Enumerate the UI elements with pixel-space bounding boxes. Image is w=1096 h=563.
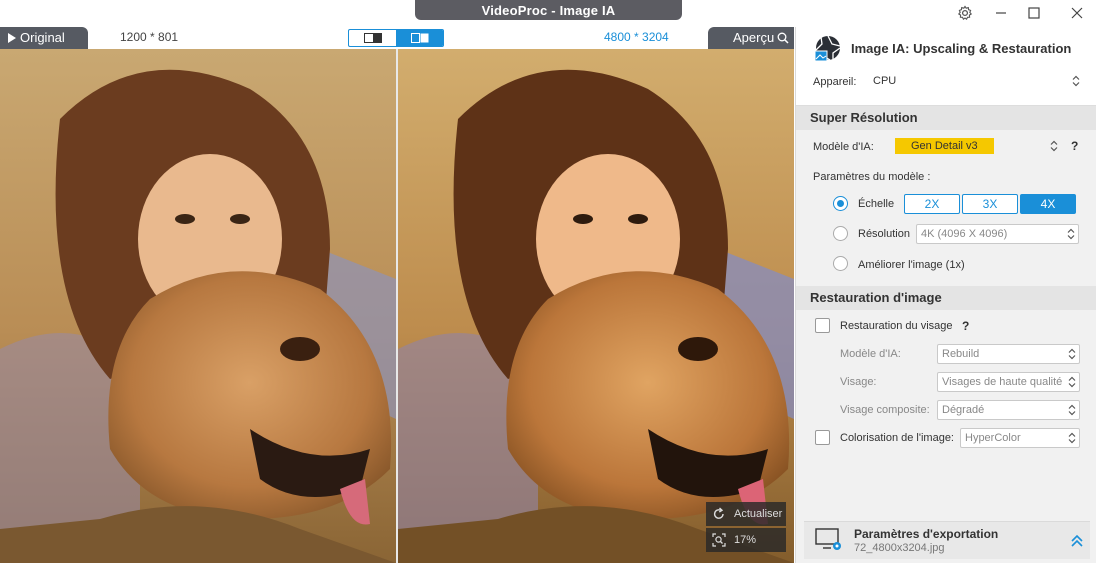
split-view-icon [410,33,428,43]
preview-tab[interactable]: Aperçu [708,27,794,49]
original-resolution: 1200 * 801 [120,30,179,44]
composite-face-select[interactable]: Dégradé [937,400,1080,420]
panel-title: Image IA: Upscaling & Restauration [851,41,1072,56]
chevron-updown-icon [1050,140,1058,152]
zoom-icon [712,533,726,547]
resolution-value: 4K (4096 X 4096) [921,228,1008,240]
minimize-icon [996,12,1006,14]
refresh-icon [713,507,724,519]
original-label: Original [20,30,65,45]
ai-model-label: Modèle d'IA: [813,141,874,153]
zoom-button[interactable]: 17% [706,528,786,552]
aperture-photo-icon [814,35,841,62]
single-view-icon [363,33,382,43]
window-title: VideoProc - Image IA [415,0,682,20]
chevron-updown-icon [1072,75,1080,87]
panel-header: Image IA: Upscaling & Restauration Appar… [796,27,1096,106]
scale-4x-button[interactable]: 4X [1020,194,1076,214]
face-type-label: Visage: [840,376,877,388]
chevron-updown-icon [1068,404,1076,416]
settings-panel: Image IA: Upscaling & Restauration Appar… [795,27,1096,563]
super-resolution-heading: Super Résolution [796,106,1096,130]
restoration-heading: Restauration d'image [796,286,1096,310]
face-type-select[interactable]: Visages de haute qualité [937,372,1080,392]
settings-button[interactable] [952,2,978,24]
face-restoration-checkbox[interactable] [815,318,830,333]
face-restoration-label: Restauration du visage [840,320,953,332]
preview-photo [398,49,794,563]
colorization-value: HyperColor [965,432,1021,444]
close-icon [1071,7,1083,19]
chevron-updown-icon [1068,376,1076,388]
export-title: Paramètres d'exportation [854,527,999,541]
output-resolution: 4800 * 3204 [604,30,669,44]
monitor-gear-icon [815,528,841,550]
close-button[interactable] [1064,2,1090,24]
single-view-button[interactable] [349,30,396,46]
refresh-label: Actualiser [734,508,783,520]
scale-radio[interactable] [833,196,848,211]
scale-2x-button[interactable]: 2X [904,194,960,214]
device-label: Appareil: [813,76,857,88]
resolution-select[interactable]: 4K (4096 X 4096) [916,224,1079,244]
colorization-checkbox[interactable] [815,430,830,445]
original-image-pane[interactable] [0,49,396,563]
colorization-label: Colorisation de l'image: [840,432,954,444]
ai-model-value: Gen Detail v3 [895,138,994,154]
colorization-select[interactable]: HyperColor [960,428,1080,448]
original-tab[interactable]: Original [0,27,88,49]
model-params-label: Paramètres du modèle : [813,171,931,183]
minimize-button[interactable] [988,2,1014,24]
chevron-updown-icon [1067,228,1075,240]
view-mode-toggle[interactable] [348,29,444,47]
export-settings-bar[interactable]: Paramètres d'exportation 72_4800x3204.jp… [804,521,1090,559]
face-model-value: Rebuild [942,348,980,360]
chevron-updown-icon [1068,432,1076,444]
play-icon [8,33,16,43]
enhance-label: Améliorer l'image (1x) [858,259,965,271]
device-value: CPU [873,75,897,87]
zoom-level: 17% [734,534,757,546]
face-model-label: Modèle d'IA: [840,348,901,360]
maximize-icon [1028,7,1040,19]
title-bar: VideoProc - Image IA [0,0,1096,26]
scale-3x-button[interactable]: 3X [962,194,1018,214]
composite-face-label: Visage composite: [840,404,930,416]
double-chevron-up-icon[interactable] [1070,534,1084,548]
face-model-select[interactable]: Rebuild [937,344,1080,364]
search-icon [777,32,789,44]
device-select[interactable]: CPU [869,72,1083,92]
chevron-updown-icon [1068,348,1076,360]
scale-label: Échelle [858,198,895,210]
gear-icon [957,5,973,21]
compare-bar: Original 1200 * 801 4800 * 3204 Aperçu [0,27,794,49]
preview-image-pane[interactable] [398,49,794,563]
composite-face-value: Dégradé [942,404,985,416]
split-view-button[interactable] [396,30,443,46]
export-filename: 72_4800x3204.jpg [854,542,945,554]
refresh-button[interactable]: Actualiser [706,502,786,526]
face-type-value: Visages de haute qualité [942,376,1063,388]
preview-label: Aperçu [733,30,775,45]
face-help-icon[interactable]: ? [962,319,969,333]
enhance-radio[interactable] [833,256,848,271]
maximize-button[interactable] [1021,2,1047,24]
resolution-radio[interactable] [833,226,848,241]
ai-model-select[interactable]: Gen Detail v3 [891,137,1061,157]
resolution-label: Résolution [858,228,910,240]
original-photo [0,49,396,563]
model-help-icon[interactable]: ? [1071,139,1078,153]
